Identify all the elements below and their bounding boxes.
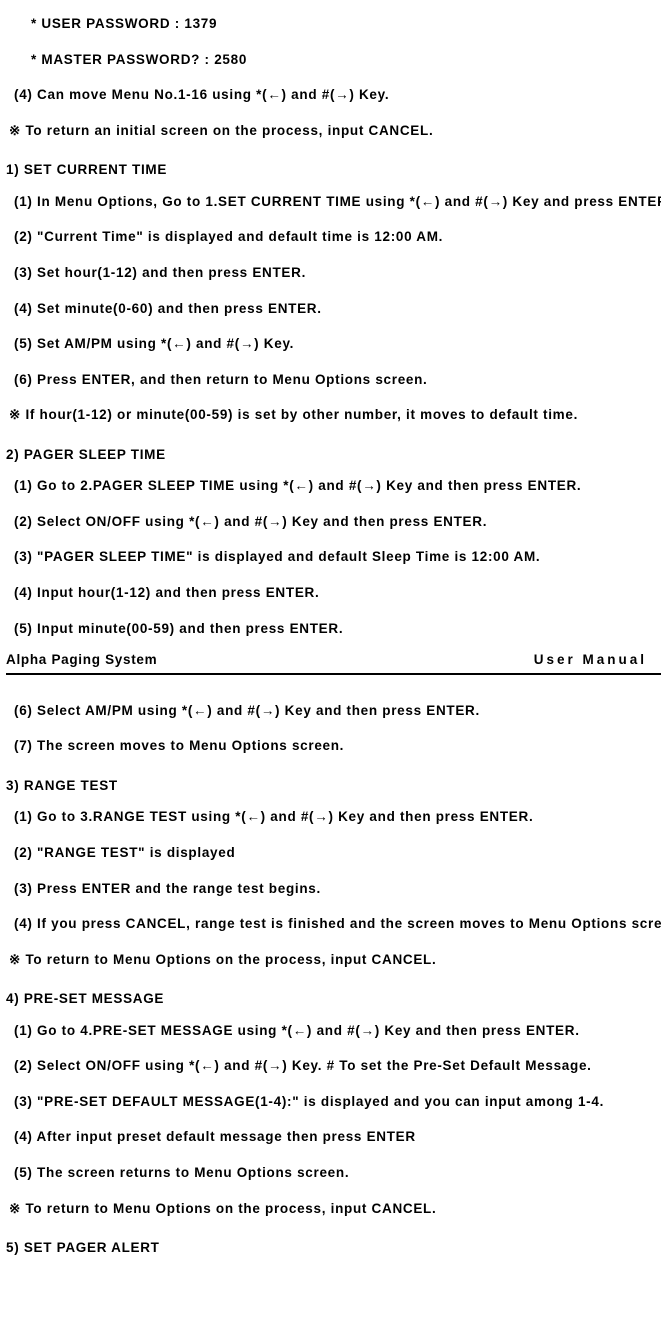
- note-cancel-initial: ※ To return an initial screen on the pro…: [6, 113, 661, 149]
- s3-step-2: (2) "RANGE TEST" is displayed: [6, 835, 661, 871]
- s4-step-4: (4) After input preset default message t…: [6, 1119, 661, 1155]
- nav-hint-4: (4) Can move Menu No.1-16 using *(←) and…: [6, 77, 661, 113]
- s2-step-6: (6) Select AM/PM using *(←) and #(→) Key…: [6, 693, 661, 729]
- s4-step-3: (3) "PRE-SET DEFAULT MESSAGE(1-4):" is d…: [6, 1084, 661, 1120]
- s1-note: ※ If hour(1-12) or minute(00-59) is set …: [6, 397, 661, 433]
- s1-step-5: (5) Set AM/PM using *(←) and #(→) Key.: [6, 326, 661, 362]
- s1-step-6: (6) Press ENTER, and then return to Menu…: [6, 362, 661, 398]
- heading-preset-message: 4) PRE-SET MESSAGE: [6, 977, 661, 1013]
- s2-step-4: (4) Input hour(1-12) and then press ENTE…: [6, 575, 661, 611]
- heading-pager-sleep-time: 2) PAGER SLEEP TIME: [6, 433, 661, 469]
- s2-step-5: (5) Input minute(00-59) and then press E…: [6, 611, 661, 647]
- s1-step-3: (3) Set hour(1-12) and then press ENTER.: [6, 255, 661, 291]
- s2-step-2: (2) Select ON/OFF using *(←) and #(→) Ke…: [6, 504, 661, 540]
- s3-step-4: (4) If you press CANCEL, range test is f…: [6, 906, 661, 942]
- s4-step-5: (5) The screen returns to Menu Options s…: [6, 1155, 661, 1191]
- s4-step-1: (1) Go to 4.PRE-SET MESSAGE using *(←) a…: [6, 1013, 661, 1049]
- password-user: * USER PASSWORD : 1379: [6, 6, 661, 42]
- s1-step-1: (1) In Menu Options, Go to 1.SET CURRENT…: [6, 184, 661, 220]
- s1-step-2: (2) "Current Time" is displayed and defa…: [6, 219, 661, 255]
- s2-step-3: (3) "PAGER SLEEP TIME" is displayed and …: [6, 539, 661, 575]
- password-master: * MASTER PASSWORD? : 2580: [6, 42, 661, 78]
- s3-note: ※ To return to Menu Options on the proce…: [6, 942, 661, 978]
- s3-step-1: (1) Go to 3.RANGE TEST using *(←) and #(…: [6, 799, 661, 835]
- footer-right: User Manual: [534, 650, 661, 670]
- s3-step-3: (3) Press ENTER and the range test begin…: [6, 871, 661, 907]
- s4-step-2: (2) Select ON/OFF using *(←) and #(→) Ke…: [6, 1048, 661, 1084]
- heading-range-test: 3) RANGE TEST: [6, 764, 661, 800]
- s1-step-4: (4) Set minute(0-60) and then press ENTE…: [6, 291, 661, 327]
- s2-step-1: (1) Go to 2.PAGER SLEEP TIME using *(←) …: [6, 468, 661, 504]
- page-footer: Alpha Paging System User Manual: [6, 650, 661, 675]
- heading-set-current-time: 1) SET CURRENT TIME: [6, 148, 661, 184]
- heading-set-pager-alert: 5) SET PAGER ALERT: [6, 1226, 661, 1262]
- footer-left: Alpha Paging System: [6, 650, 157, 670]
- s4-note: ※ To return to Menu Options on the proce…: [6, 1191, 661, 1227]
- s2-step-7: (7) The screen moves to Menu Options scr…: [6, 728, 661, 764]
